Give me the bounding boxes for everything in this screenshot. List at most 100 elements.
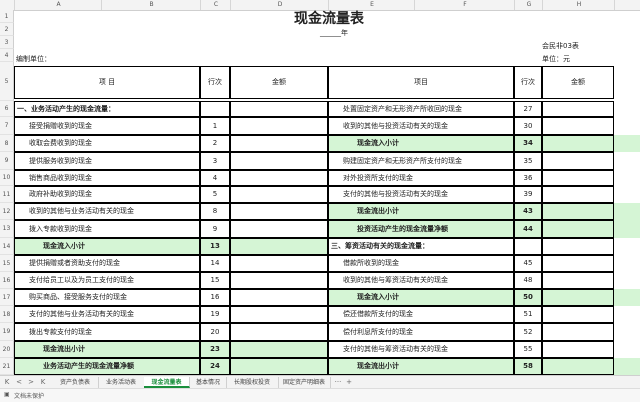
right-item-cell[interactable]: 对外投资所支付的现金 [328, 170, 514, 186]
column-header-c[interactable]: C [200, 0, 231, 10]
left-row-no-cell[interactable]: 24 [200, 358, 230, 375]
left-row-no-cell[interactable]: 1 [200, 117, 230, 135]
row-header-6[interactable]: 6 [0, 101, 14, 117]
row-header-20[interactable]: 20 [0, 341, 14, 358]
left-amount-cell[interactable] [230, 220, 328, 238]
right-item-cell[interactable]: 偿付利息所支付的现金 [328, 323, 514, 341]
right-item-cell[interactable]: 购建固定资产和无形资产所支付的现金 [328, 152, 514, 170]
column-header-e[interactable]: E [328, 0, 415, 10]
right-item-cell[interactable]: 收到的其他与筹资活动有关的现金 [328, 272, 514, 289]
left-item-cell[interactable]: 现金流入小计 [14, 238, 200, 255]
row-header-12[interactable]: 12 [0, 203, 14, 220]
right-amount-cell[interactable] [542, 117, 614, 135]
left-row-no-cell[interactable]: 5 [200, 186, 230, 203]
left-row-no-cell[interactable]: 16 [200, 289, 230, 306]
left-item-cell[interactable]: 拨入专款收到的现金 [14, 220, 200, 238]
left-amount-cell[interactable] [230, 289, 328, 306]
left-row-no-cell[interactable]: 13 [200, 238, 230, 255]
right-amount-cell[interactable] [542, 272, 614, 289]
left-row-no-cell[interactable]: 19 [200, 306, 230, 323]
left-amount-cell[interactable] [230, 323, 328, 341]
left-amount-cell[interactable] [230, 238, 328, 255]
column-header-f[interactable]: F [414, 0, 515, 10]
right-row-no-cell[interactable]: 50 [514, 289, 542, 306]
row-header-7[interactable]: 7 [0, 117, 14, 135]
left-amount-cell[interactable] [230, 186, 328, 203]
right-amount-cell[interactable] [542, 323, 614, 341]
right-item-cell[interactable]: 现金流出小计 [328, 358, 514, 375]
left-amount-cell[interactable] [230, 135, 328, 152]
right-row-no-cell[interactable]: 51 [514, 306, 542, 323]
row-header-18[interactable]: 18 [0, 306, 14, 323]
last-sheet-button[interactable]: K [38, 377, 48, 388]
left-item-cell[interactable]: 拨出专款支付的现金 [14, 323, 200, 341]
column-header-g[interactable]: G [514, 0, 543, 10]
left-amount-cell[interactable] [230, 152, 328, 170]
right-row-no-cell[interactable]: 43 [514, 203, 542, 220]
right-row-no-cell[interactable]: 48 [514, 272, 542, 289]
left-item-cell[interactable]: 销售商品收到的现金 [14, 170, 200, 186]
left-amount-cell[interactable] [230, 306, 328, 323]
left-row-no-cell[interactable]: 9 [200, 220, 230, 238]
right-amount-cell[interactable] [542, 101, 614, 117]
column-header-a[interactable]: A [14, 0, 102, 10]
tab-basic-info[interactable]: 基本情况 [190, 377, 227, 388]
right-amount-cell[interactable] [542, 255, 614, 272]
left-amount-cell[interactable] [230, 341, 328, 358]
left-row-no-cell[interactable]: 14 [200, 255, 230, 272]
column-header-d[interactable]: D [230, 0, 329, 10]
right-row-no-cell[interactable]: 35 [514, 152, 542, 170]
row-header-16[interactable]: 16 [0, 272, 14, 289]
right-amount-cell[interactable] [542, 358, 614, 375]
header-amount-left[interactable]: 金额 [230, 66, 328, 99]
left-item-cell[interactable]: 现金流出小计 [14, 341, 200, 358]
right-item-cell[interactable]: 收到的其他与投资活动有关的现金 [328, 117, 514, 135]
first-sheet-button[interactable]: K [2, 377, 12, 388]
right-item-cell[interactable]: 支付的其他与投资活动有关的现金 [328, 186, 514, 203]
row-header-9[interactable]: 9 [0, 152, 14, 170]
row-header-1[interactable]: 1 [0, 10, 14, 23]
column-header-b[interactable]: B [101, 0, 201, 10]
right-amount-cell[interactable] [542, 203, 614, 220]
left-amount-cell[interactable] [230, 272, 328, 289]
add-sheet-button[interactable]: + [344, 377, 354, 388]
left-item-cell[interactable]: 收取会费收到的现金 [14, 135, 200, 152]
row-header-5[interactable]: 5 [0, 62, 14, 101]
left-amount-cell[interactable] [230, 170, 328, 186]
right-amount-cell[interactable] [542, 341, 614, 358]
left-row-no-cell[interactable]: 4 [200, 170, 230, 186]
header-amount-right[interactable]: 金额 [542, 66, 614, 99]
left-amount-cell[interactable] [230, 358, 328, 375]
row-header-2[interactable]: 2 [0, 23, 14, 36]
row-header-17[interactable]: 17 [0, 289, 14, 306]
right-amount-cell[interactable] [542, 289, 614, 306]
right-item-cell[interactable]: 现金流出小计 [328, 203, 514, 220]
left-item-cell[interactable]: 提供服务收到的现金 [14, 152, 200, 170]
row-header-3[interactable]: 3 [0, 36, 14, 49]
left-item-cell[interactable]: 提供捐赠或者资助支付的现金 [14, 255, 200, 272]
right-amount-cell[interactable] [542, 238, 614, 255]
row-header-13[interactable]: 13 [0, 220, 14, 238]
next-sheet-button[interactable]: > [26, 377, 36, 388]
header-row-no-right[interactable]: 行次 [514, 66, 542, 99]
right-row-no-cell[interactable]: 52 [514, 323, 542, 341]
left-row-no-cell[interactable] [200, 101, 230, 117]
row-header-10[interactable]: 10 [0, 170, 14, 186]
left-row-no-cell[interactable]: 20 [200, 323, 230, 341]
row-header-14[interactable]: 14 [0, 238, 14, 255]
column-header-h[interactable]: H [542, 0, 615, 10]
right-row-no-cell[interactable]: 45 [514, 255, 542, 272]
left-item-cell[interactable]: 业务活动产生的现金流量净额 [14, 358, 200, 375]
row-header-4[interactable]: 4 [0, 49, 14, 62]
left-amount-cell[interactable] [230, 255, 328, 272]
left-item-cell[interactable]: 支付给员工以及为员工支付的现金 [14, 272, 200, 289]
more-sheets-button[interactable]: ··· [332, 377, 344, 388]
left-row-no-cell[interactable]: 2 [200, 135, 230, 152]
header-item-left[interactable]: 项 目 [14, 66, 200, 99]
left-row-no-cell[interactable]: 23 [200, 341, 230, 358]
right-item-cell[interactable]: 现金流入小计 [328, 289, 514, 306]
left-amount-cell[interactable] [230, 117, 328, 135]
year-field[interactable]: ______年 [304, 27, 364, 39]
right-item-cell[interactable]: 支付的其他与筹资活动有关的现金 [328, 341, 514, 358]
right-row-no-cell[interactable] [514, 238, 542, 255]
